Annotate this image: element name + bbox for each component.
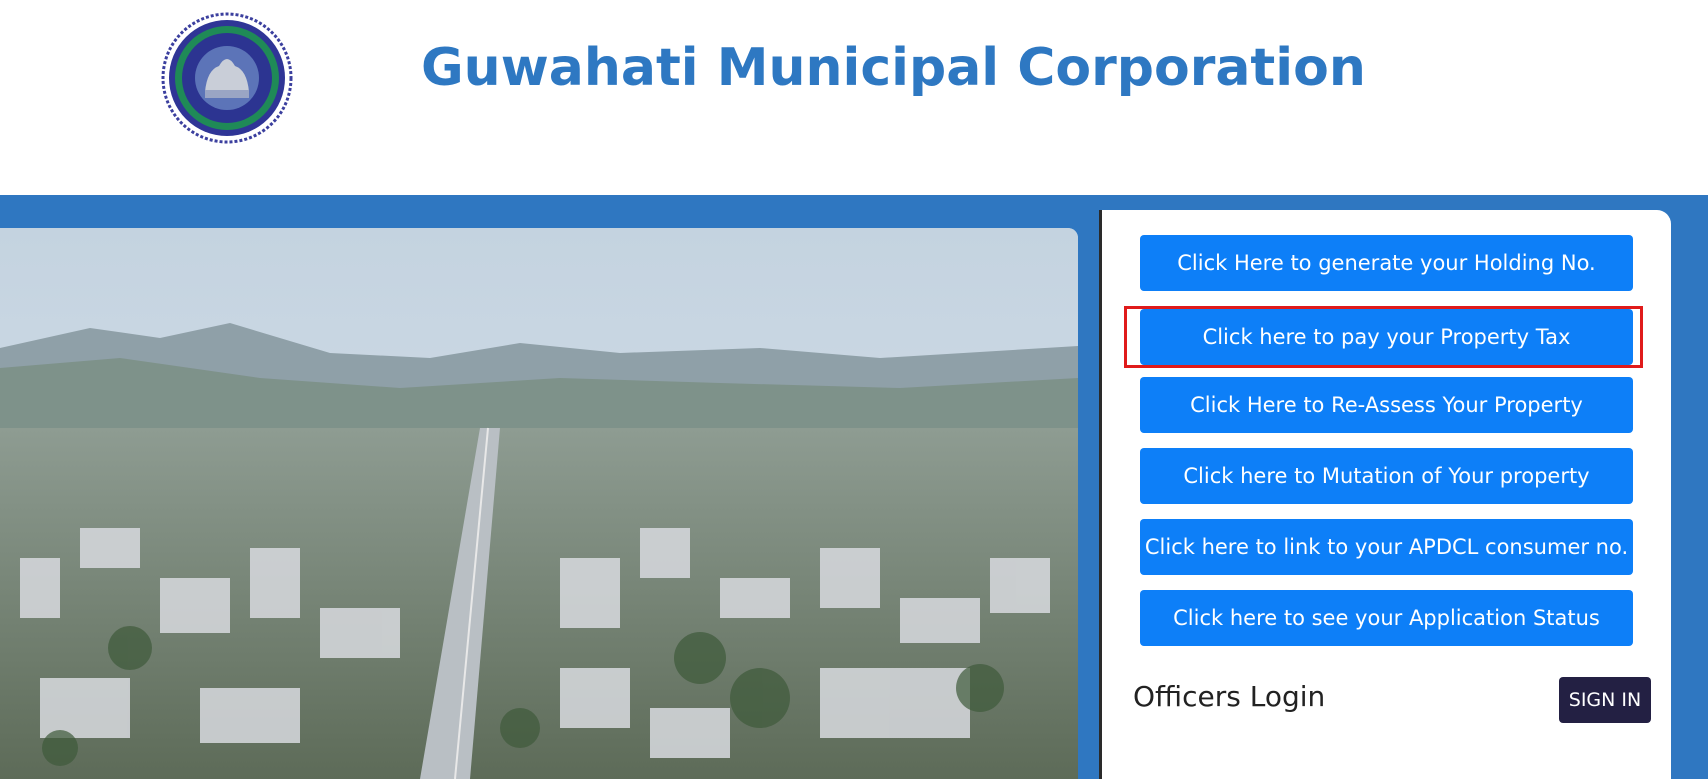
aerial-city-photo-icon	[0, 228, 1078, 779]
link-apdcl-button[interactable]: Click here to link to your APDCL consume…	[1140, 519, 1633, 575]
generate-holding-no-button[interactable]: Click Here to generate your Holding No.	[1140, 235, 1633, 291]
gmc-seal-logo-icon	[161, 12, 293, 144]
re-assess-property-button[interactable]: Click Here to Re-Assess Your Property	[1140, 377, 1633, 433]
pay-property-tax-button[interactable]: Click here to pay your Property Tax	[1140, 309, 1633, 365]
sign-in-button[interactable]: SIGN IN	[1559, 677, 1651, 723]
officers-login-label: Officers Login	[1133, 680, 1326, 713]
mutation-property-button[interactable]: Click here to Mutation of Your property	[1140, 448, 1633, 504]
site-header: Guwahati Municipal Corporation	[0, 0, 1708, 195]
application-status-button[interactable]: Click here to see your Application Statu…	[1140, 590, 1633, 646]
hero-image	[0, 228, 1078, 779]
services-panel: Click Here to generate your Holding No. …	[1099, 210, 1671, 779]
site-title: Guwahati Municipal Corporation	[421, 38, 1366, 98]
